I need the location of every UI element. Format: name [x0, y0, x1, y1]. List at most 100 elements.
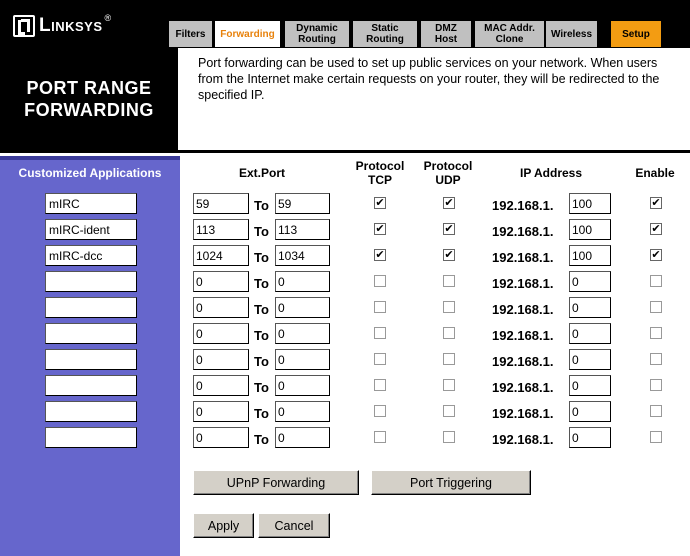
protocol-udp-checkbox[interactable]: ✔: [443, 197, 455, 209]
start-port-input[interactable]: [193, 427, 249, 448]
to-label: To: [254, 328, 269, 343]
start-port-input[interactable]: [193, 297, 249, 318]
start-port-input[interactable]: [193, 245, 249, 266]
enable-checkbox[interactable]: [650, 327, 662, 339]
protocol-udp-checkbox[interactable]: ✔: [443, 223, 455, 235]
application-name-input[interactable]: [45, 349, 137, 370]
ip-prefix-label: 192.168.1.: [492, 328, 554, 343]
cancel-button[interactable]: Cancel: [258, 513, 330, 538]
page-title-line1: PORT RANGE: [26, 78, 152, 98]
protocol-tcp-checkbox[interactable]: [374, 275, 386, 287]
start-port-input[interactable]: [193, 401, 249, 422]
protocol-udp-checkbox[interactable]: [443, 431, 455, 443]
application-name-input[interactable]: [45, 219, 137, 240]
to-label: To: [254, 250, 269, 265]
protocol-udp-checkbox[interactable]: ✔: [443, 249, 455, 261]
tab-mac-addr-clone[interactable]: MAC Addr. Clone: [474, 20, 545, 48]
ip-prefix-label: 192.168.1.: [492, 276, 554, 291]
ip-last-octet-input[interactable]: [569, 375, 611, 396]
tab-wireless[interactable]: Wireless: [545, 20, 598, 48]
ip-last-octet-input[interactable]: [569, 427, 611, 448]
ip-prefix-label: 192.168.1.: [492, 198, 554, 213]
enable-checkbox[interactable]: ✔: [650, 223, 662, 235]
protocol-tcp-checkbox[interactable]: [374, 327, 386, 339]
end-port-input[interactable]: [275, 245, 330, 266]
application-name-input[interactable]: [45, 375, 137, 396]
start-port-input[interactable]: [193, 193, 249, 214]
start-port-input[interactable]: [193, 349, 249, 370]
tab-setup[interactable]: Setup: [610, 20, 662, 48]
protocol-udp-checkbox[interactable]: [443, 275, 455, 287]
protocol-tcp-checkbox[interactable]: ✔: [374, 249, 386, 261]
start-port-input[interactable]: [193, 219, 249, 240]
column-header-ip-address: IP Address: [519, 166, 583, 180]
ip-prefix-label: 192.168.1.: [492, 406, 554, 421]
tab-dmz-host[interactable]: DMZ Host: [420, 20, 472, 48]
end-port-input[interactable]: [275, 401, 330, 422]
protocol-tcp-checkbox[interactable]: [374, 379, 386, 391]
protocol-tcp-checkbox[interactable]: [374, 301, 386, 313]
ip-last-octet-input[interactable]: [569, 219, 611, 240]
ip-last-octet-input[interactable]: [569, 193, 611, 214]
protocol-tcp-checkbox[interactable]: [374, 353, 386, 365]
application-name-input[interactable]: [45, 245, 137, 266]
start-port-input[interactable]: [193, 271, 249, 292]
ip-last-octet-input[interactable]: [569, 271, 611, 292]
apply-button[interactable]: Apply: [193, 513, 254, 538]
to-label: To: [254, 302, 269, 317]
end-port-input[interactable]: [275, 193, 330, 214]
port-triggering-button[interactable]: Port Triggering: [371, 470, 531, 495]
enable-checkbox[interactable]: [650, 353, 662, 365]
tab-filters[interactable]: Filters: [168, 20, 213, 48]
to-label: To: [254, 198, 269, 213]
enable-checkbox[interactable]: [650, 301, 662, 313]
application-name-input[interactable]: [45, 297, 137, 318]
application-name-input[interactable]: [45, 193, 137, 214]
start-port-input[interactable]: [193, 375, 249, 396]
start-port-input[interactable]: [193, 323, 249, 344]
ip-prefix-label: 192.168.1.: [492, 302, 554, 317]
end-port-input[interactable]: [275, 271, 330, 292]
header-bar: Linksys ® Filters Forwarding Dynamic Routi…: [0, 0, 690, 48]
ip-last-octet-input[interactable]: [569, 245, 611, 266]
end-port-input[interactable]: [275, 219, 330, 240]
protocol-udp-checkbox[interactable]: [443, 327, 455, 339]
tab-static-routing[interactable]: Static Routing: [352, 20, 418, 48]
end-port-input[interactable]: [275, 375, 330, 396]
end-port-input[interactable]: [275, 427, 330, 448]
protocol-udp-checkbox[interactable]: [443, 405, 455, 417]
protocol-udp-checkbox[interactable]: [443, 353, 455, 365]
page-title-line2: FORWARDING: [24, 100, 154, 120]
enable-checkbox[interactable]: [650, 405, 662, 417]
ip-last-octet-input[interactable]: [569, 401, 611, 422]
enable-checkbox[interactable]: [650, 431, 662, 443]
ip-prefix-label: 192.168.1.: [492, 354, 554, 369]
tab-dynamic-routing[interactable]: Dynamic Routing: [284, 20, 350, 48]
upnp-forwarding-button[interactable]: UPnP Forwarding: [193, 470, 359, 495]
protocol-tcp-checkbox[interactable]: [374, 405, 386, 417]
tab-forwarding[interactable]: Forwarding: [214, 20, 281, 48]
ip-last-octet-input[interactable]: [569, 349, 611, 370]
enable-checkbox[interactable]: [650, 275, 662, 287]
enable-checkbox[interactable]: ✔: [650, 197, 662, 209]
ip-last-octet-input[interactable]: [569, 323, 611, 344]
enable-checkbox[interactable]: [650, 379, 662, 391]
protocol-udp-checkbox[interactable]: [443, 379, 455, 391]
to-label: To: [254, 380, 269, 395]
end-port-input[interactable]: [275, 323, 330, 344]
end-port-input[interactable]: [275, 349, 330, 370]
application-name-input[interactable]: [45, 427, 137, 448]
column-header-protocol-tcp: Protocol TCP: [355, 159, 405, 187]
end-port-input[interactable]: [275, 297, 330, 318]
ip-last-octet-input[interactable]: [569, 297, 611, 318]
linksys-logo: Linksys ®: [13, 13, 112, 37]
protocol-tcp-checkbox[interactable]: ✔: [374, 223, 386, 235]
application-name-input[interactable]: [45, 323, 137, 344]
enable-checkbox[interactable]: ✔: [650, 249, 662, 261]
application-name-input[interactable]: [45, 271, 137, 292]
protocol-tcp-checkbox[interactable]: ✔: [374, 197, 386, 209]
logo-registered-mark: ®: [104, 13, 112, 23]
protocol-tcp-checkbox[interactable]: [374, 431, 386, 443]
protocol-udp-checkbox[interactable]: [443, 301, 455, 313]
application-name-input[interactable]: [45, 401, 137, 422]
